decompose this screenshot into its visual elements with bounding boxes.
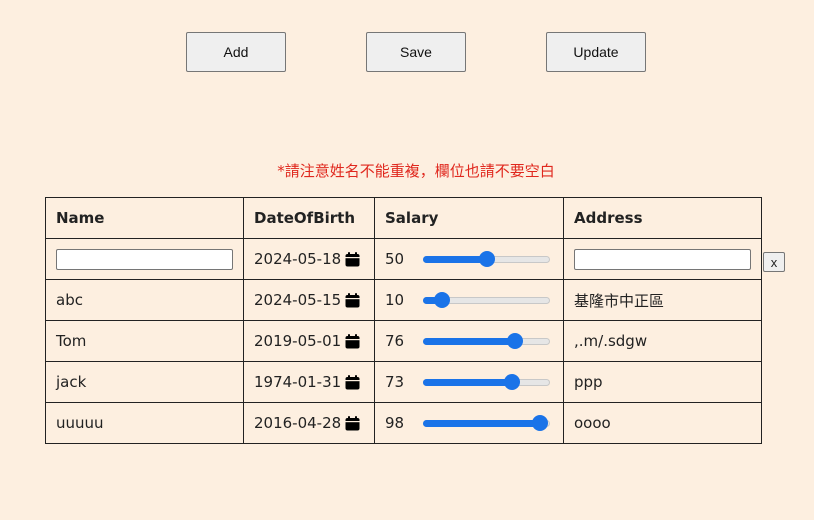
header-salary: Salary (374, 197, 564, 239)
calendar-icon[interactable] (345, 415, 360, 431)
slider-fill (423, 420, 540, 427)
address-cell: ppp (563, 361, 762, 403)
slider-fill (423, 379, 513, 386)
name-cell: Tom (45, 320, 244, 362)
remove-row-button[interactable]: x (763, 252, 785, 272)
name-cell: jack (45, 361, 244, 403)
calendar-icon[interactable] (345, 333, 360, 349)
salary-slider[interactable] (423, 292, 550, 308)
salary-cell: 76 (374, 320, 564, 362)
dob-cell: 2024-05-15 (243, 279, 375, 321)
slider-fill (423, 256, 487, 263)
dob-picker[interactable]: 2024-05-18 (254, 250, 364, 268)
employee-table: Name DateOfBirth Salary Address 2024-05-… (45, 197, 762, 444)
name-input[interactable] (56, 248, 233, 270)
calendar-icon[interactable] (345, 251, 360, 267)
dob-picker[interactable]: 2016-04-28 (254, 414, 364, 432)
new-name-cell (45, 238, 244, 280)
table-row: Tom 2019-05-01 76 ,.m/.sdgw (45, 320, 762, 362)
new-dob-cell: 2024-05-18 (243, 238, 375, 280)
salary-cell: 98 (374, 402, 564, 444)
salary-slider[interactable] (423, 333, 550, 349)
calendar-icon[interactable] (345, 292, 360, 308)
salary-cell: 10 (374, 279, 564, 321)
salary-value: 50 (385, 250, 405, 268)
table-row: abc 2024-05-15 10 基隆市中正區 (45, 279, 762, 321)
update-button[interactable]: Update (546, 32, 646, 72)
dob-picker[interactable]: 2024-05-15 (254, 291, 364, 309)
new-address-cell (563, 238, 762, 280)
salary-value: 98 (385, 414, 405, 432)
add-button[interactable]: Add (186, 32, 286, 72)
slider-fill (423, 338, 516, 345)
new-salary-cell: 50 (374, 238, 564, 280)
slider-thumb[interactable] (478, 251, 495, 267)
slider-thumb[interactable] (507, 333, 524, 349)
slider-thumb[interactable] (531, 415, 548, 431)
header-dob: DateOfBirth (243, 197, 375, 239)
address-cell: 基隆市中正區 (563, 279, 762, 321)
salary-cell: 73 (374, 361, 564, 403)
salary-slider[interactable] (423, 374, 550, 390)
table-row: uuuuu 2016-04-28 98 oooo (45, 402, 762, 444)
salary-value: 76 (385, 332, 405, 350)
header-address: Address (563, 197, 762, 239)
new-entry-row: 2024-05-18 50 (45, 238, 762, 280)
name-cell: uuuuu (45, 402, 244, 444)
address-cell: oooo (563, 402, 762, 444)
validation-notice: *請注意姓名不能重複，欄位也請不要空白 (277, 162, 555, 180)
slider-thumb[interactable] (434, 292, 451, 308)
table-header-row: Name DateOfBirth Salary Address (45, 197, 762, 239)
calendar-icon[interactable] (345, 374, 360, 390)
address-input[interactable] (574, 248, 751, 270)
dob-cell: 2016-04-28 (243, 402, 375, 444)
save-button[interactable]: Save (366, 32, 466, 72)
salary-value: 73 (385, 373, 405, 391)
salary-slider[interactable] (423, 415, 550, 431)
dob-value: 2016-04-28 (254, 414, 342, 432)
dob-value: 1974-01-31 (254, 373, 342, 391)
header-name: Name (45, 197, 244, 239)
table-row: jack 1974-01-31 73 ppp (45, 361, 762, 403)
dob-picker[interactable]: 1974-01-31 (254, 373, 364, 391)
dob-picker[interactable]: 2019-05-01 (254, 332, 364, 350)
salary-slider[interactable] (423, 251, 550, 267)
dob-value: 2024-05-15 (254, 291, 342, 309)
address-cell: ,.m/.sdgw (563, 320, 762, 362)
dob-value: 2019-05-01 (254, 332, 342, 350)
slider-thumb[interactable] (504, 374, 521, 390)
dob-value: 2024-05-18 (254, 250, 342, 268)
dob-cell: 1974-01-31 (243, 361, 375, 403)
dob-cell: 2019-05-01 (243, 320, 375, 362)
name-cell: abc (45, 279, 244, 321)
salary-value: 10 (385, 291, 405, 309)
